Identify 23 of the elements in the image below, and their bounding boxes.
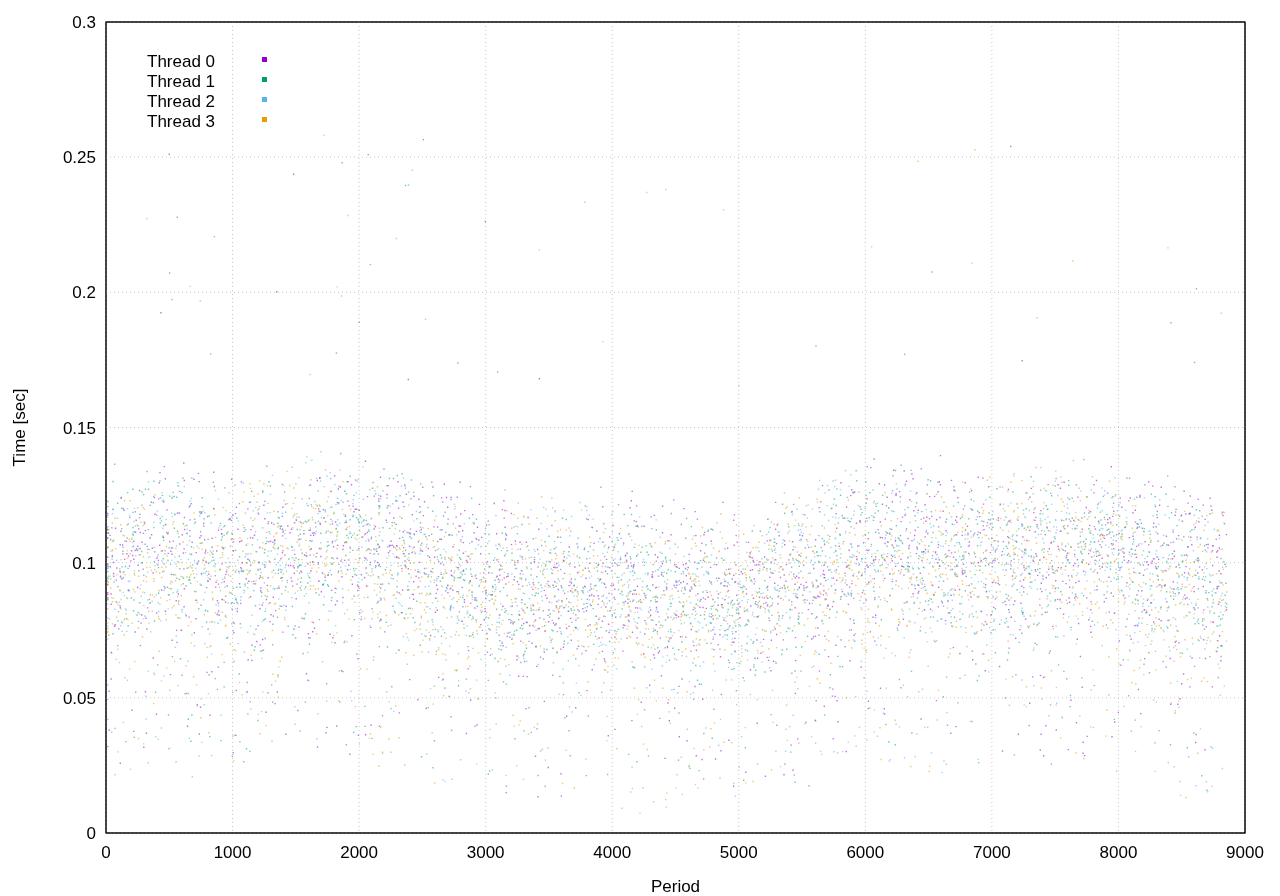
- x-tick-label: 2000: [340, 843, 379, 862]
- x-tick-label: 8000: [1099, 843, 1138, 862]
- y-tick-label: 0.1: [72, 553, 96, 573]
- y-tick-label: 0.15: [62, 418, 96, 438]
- legend-label: Thread 2: [147, 92, 216, 111]
- x-tick-label: 6000: [846, 843, 885, 862]
- x-tick-label: 5000: [719, 843, 758, 862]
- y-tick-label: 0.2: [72, 283, 96, 303]
- x-axis-title: Period: [650, 877, 701, 896]
- x-tick-label: 7000: [972, 843, 1011, 862]
- legend-label: Thread 0: [147, 52, 216, 71]
- y-axis-title: Time [sec]: [10, 388, 29, 467]
- y-tick-label: 0: [86, 824, 96, 843]
- x-tick-label: 3000: [466, 843, 505, 862]
- y-tick-label: 0.25: [62, 148, 96, 168]
- x-tick-label: 0: [101, 843, 111, 862]
- x-tick-label: 9000: [1226, 843, 1264, 862]
- legend-label: Thread 1: [147, 72, 216, 91]
- y-tick-label: 0.05: [62, 688, 96, 708]
- x-tick-label: 4000: [593, 843, 632, 862]
- y-tick-label: 0.3: [72, 13, 96, 32]
- legend-label: Thread 3: [147, 112, 216, 131]
- x-tick-label: 1000: [213, 843, 252, 862]
